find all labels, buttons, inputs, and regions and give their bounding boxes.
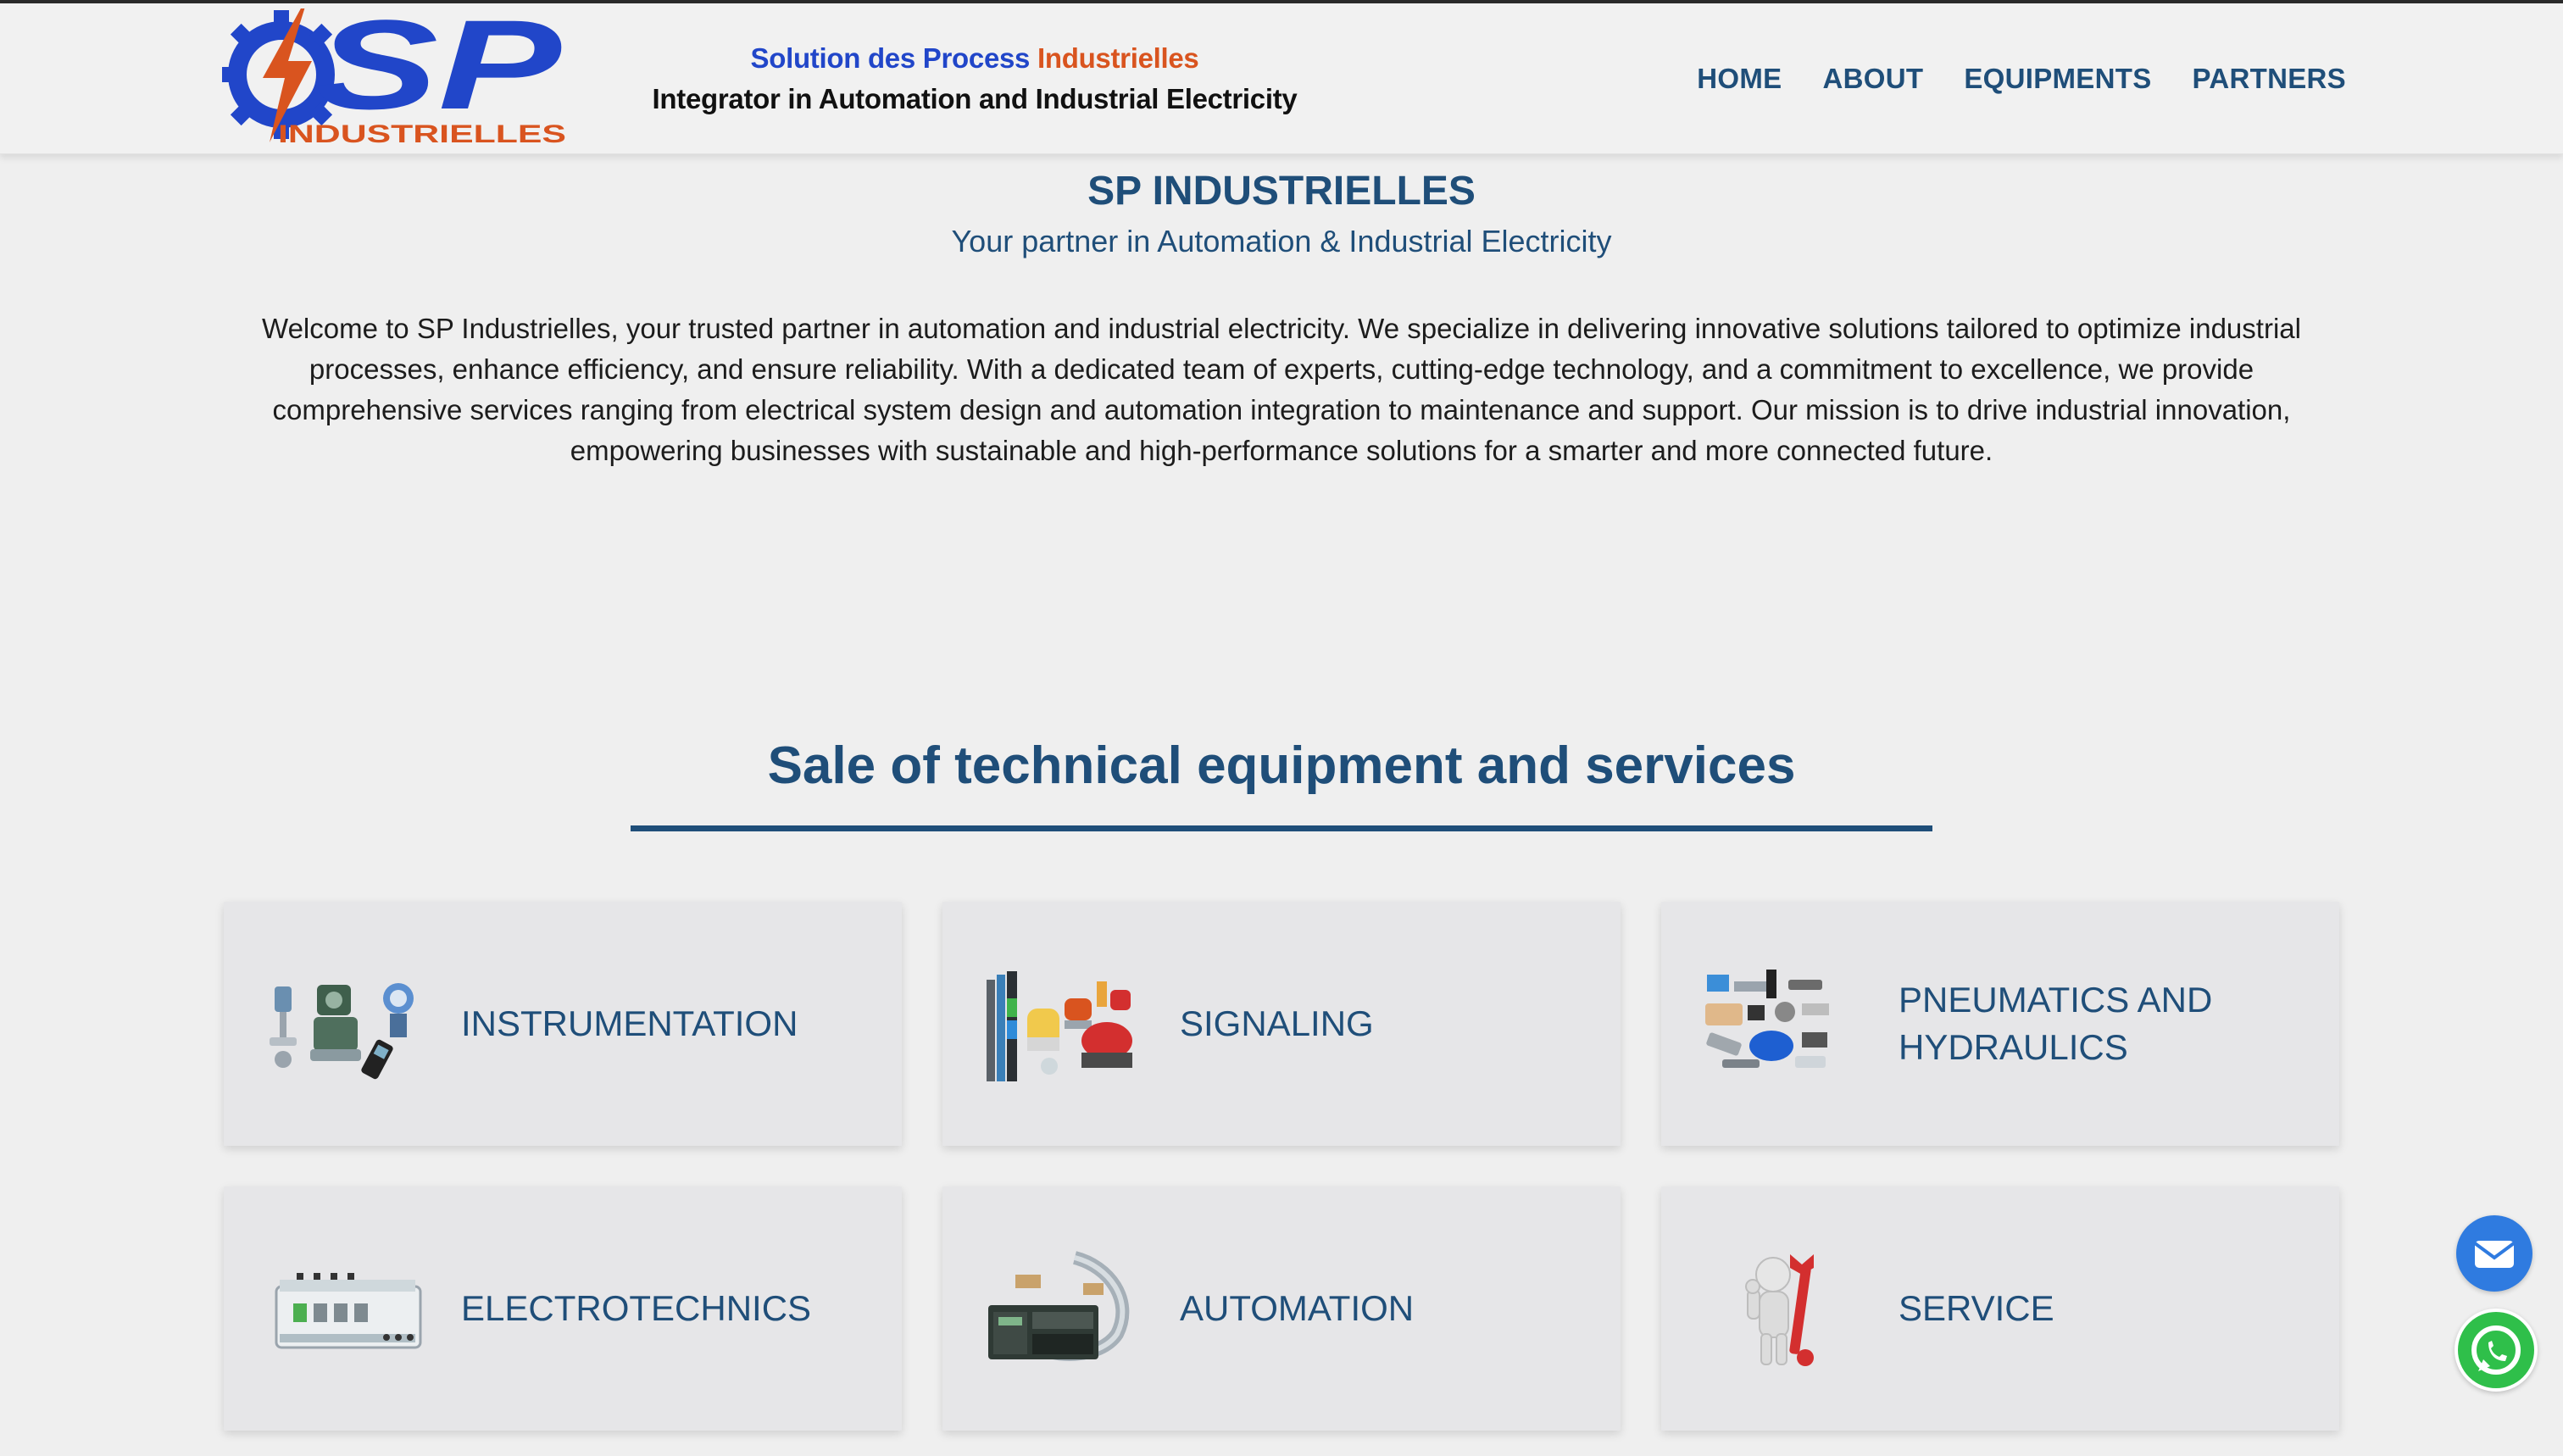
service-icon: [1745, 1254, 1814, 1366]
card-label: ELECTROTECHNICS: [461, 1288, 812, 1328]
card-label: AUTOMATION: [1180, 1288, 1415, 1328]
card-label: INSTRUMENTATION: [461, 1003, 798, 1043]
site-header: SP INDUSTRIELLES Solution des Process In…: [0, 3, 2563, 154]
tagline-part2: Industrielles: [1037, 42, 1199, 74]
nav-equipments[interactable]: EQUIPMENTS: [1964, 63, 2151, 95]
company-logo[interactable]: SP INDUSTRIELLES: [222, 8, 570, 149]
card-electrotechnics[interactable]: ELECTROTECHNICS: [224, 1186, 902, 1431]
card-signaling[interactable]: SIGNALING: [942, 902, 1621, 1146]
email-button[interactable]: [2456, 1215, 2532, 1292]
svg-text:SP: SP: [315, 8, 562, 136]
email-icon: [2473, 1241, 2516, 1268]
hero-title: SP INDUSTRIELLES: [1087, 169, 1476, 214]
section-divider: [631, 825, 1932, 831]
tagline-secondary: Integrator in Automation and Industrial …: [652, 83, 1298, 114]
services-title: Sale of technical equipment and services: [767, 736, 1796, 795]
tagline-primary: Solution des Process Industrielles: [627, 42, 1322, 75]
card-label: SIGNALING: [1180, 1003, 1374, 1043]
automation-icon: [988, 1251, 1130, 1361]
signaling-icon: [987, 971, 1132, 1081]
whatsapp-icon: [2471, 1325, 2521, 1375]
nav-home[interactable]: HOME: [1697, 63, 1782, 95]
main-nav: HOME ABOUT EQUIPMENTS PARTNERS: [1697, 63, 2346, 95]
nav-about[interactable]: ABOUT: [1823, 63, 1924, 95]
pneumatics-icon: [1705, 970, 1829, 1068]
card-automation[interactable]: AUTOMATION: [942, 1186, 1621, 1431]
instrumentation-icon: [270, 983, 414, 1080]
nav-partners[interactable]: PARTNERS: [2193, 63, 2346, 95]
card-label: SERVICE: [1899, 1288, 2054, 1328]
intro-paragraph: Welcome to SP Industrielles, your truste…: [262, 313, 2301, 466]
card-service[interactable]: SERVICE: [1661, 1186, 2339, 1431]
whatsapp-button[interactable]: [2455, 1309, 2538, 1392]
svg-text:INDUSTRIELLES: INDUSTRIELLES: [278, 120, 566, 148]
card-pneumatics-hydraulics[interactable]: PNEUMATICS AND HYDRAULICS: [1661, 902, 2339, 1146]
card-label: PNEUMATICS AND HYDRAULICS: [1899, 980, 2213, 1067]
electrotechnics-icon: [275, 1273, 422, 1349]
hero-subtitle: Your partner in Automation & Industrial …: [951, 224, 1612, 258]
card-instrumentation[interactable]: INSTRUMENTATION: [224, 902, 902, 1146]
tagline-part1: Solution des Process: [750, 42, 1031, 74]
